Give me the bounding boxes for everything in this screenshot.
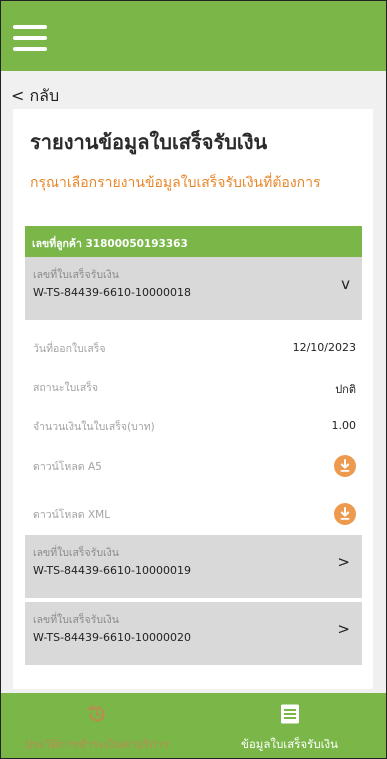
receipt-report-card: รายงานข้อมูลใบเสร็จรับเงิน กรุณาเลือกราย… <box>13 109 373 689</box>
app-frame: < กลับ รายงานข้อมูลใบเสร็จรับเงิน กรุณาเ… <box>0 0 387 759</box>
download-xml-row: ดาวน์โหลด XML <box>25 495 362 534</box>
receipt-number-label: เลขที่ใบเสร็จรับเงิน <box>33 269 119 281</box>
amount-label: จำนวนเงินในใบเสร็จ(บาท) <box>33 421 155 433</box>
tab-receipt-info-label: ข้อมูลใบเสร็จรับเงิน <box>240 737 339 751</box>
issue-date-label: วันที่ออกใบเสร็จ <box>33 343 106 355</box>
chevron-right-icon[interactable]: > <box>337 620 350 638</box>
amount-row: จำนวนเงินในใบเสร็จ(บาท) 1.00 <box>25 407 362 446</box>
receipt-number-value: W-TS-84439-6610-10000020 <box>33 631 191 644</box>
receipt-number-value: W-TS-84439-6610-10000019 <box>33 564 191 577</box>
customer-number-bar: เลขที่ลูกค้า 31800050193363 <box>25 226 362 257</box>
download-a5-label: ดาวน์โหลด A5 <box>33 461 102 473</box>
status-label: สถานะใบเสร็จ <box>33 382 99 394</box>
receipt-list-icon <box>280 704 299 724</box>
receipt-number-value: W-TS-84439-6610-10000018 <box>33 286 191 299</box>
download-xml-icon[interactable] <box>334 503 356 525</box>
receipt-item-3[interactable]: เลขที่ใบเสร็จรับเงิน W-TS-84439-6610-100… <box>25 602 362 665</box>
tab-payment-history[interactable]: ประวัติการชำระเงินค่าบริการ <box>1 693 193 758</box>
receipt-item-2[interactable]: เลขที่ใบเสร็จรับเงิน W-TS-84439-6610-100… <box>25 535 362 598</box>
download-a5-icon[interactable] <box>334 455 356 477</box>
issue-date-row: วันที่ออกใบเสร็จ 12/10/2023 <box>25 329 362 368</box>
receipt-item-1[interactable]: เลขที่ใบเสร็จรับเงิน W-TS-84439-6610-100… <box>25 257 362 320</box>
amount-value: 1.00 <box>331 419 357 432</box>
history-icon <box>87 704 105 722</box>
download-xml-label: ดาวน์โหลด XML <box>33 509 111 521</box>
status-row: สถานะใบเสร็จ ปกติ <box>25 368 362 407</box>
download-a5-row: ดาวน์โหลด A5 <box>25 447 362 486</box>
tab-payment-history-label: ประวัติการชำระเงินค่าบริการ <box>24 737 170 751</box>
top-app-bar <box>1 1 386 71</box>
receipt-number-label: เลขที่ใบเสร็จรับเงิน <box>33 547 119 559</box>
customer-number-label: เลขที่ลูกค้า 31800050193363 <box>32 238 188 250</box>
tab-receipt-info[interactable]: ข้อมูลใบเสร็จรับเงิน <box>193 693 386 758</box>
page-title: รายงานข้อมูลใบเสร็จรับเงิน <box>30 130 268 154</box>
bottom-navigation-bar: ประวัติการชำระเงินค่าบริการ ข้อมูลใบเสร็… <box>1 693 386 758</box>
issue-date-value: 12/10/2023 <box>292 341 356 354</box>
hamburger-menu-icon[interactable] <box>13 25 47 51</box>
chevron-right-icon[interactable]: > <box>337 553 350 571</box>
status-value: ปกติ <box>335 383 356 396</box>
page-subtitle: กรุณาเลือกรายงานข้อมูลใบเสร็จรับเงินที่ต… <box>30 175 321 191</box>
receipt-number-label: เลขที่ใบเสร็จรับเงิน <box>33 614 119 626</box>
chevron-down-icon[interactable]: v <box>341 275 350 293</box>
back-link[interactable]: < กลับ <box>11 84 59 109</box>
